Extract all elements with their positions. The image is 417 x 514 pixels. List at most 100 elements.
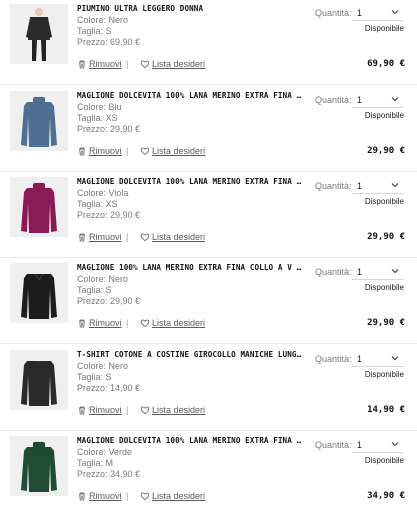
heart-icon bbox=[140, 232, 150, 242]
remove-button[interactable]: Rimuovi bbox=[77, 59, 122, 69]
availability-status: Disponibile bbox=[364, 24, 404, 33]
product-color: Colore: Nero bbox=[77, 361, 129, 371]
product-size: Taglia: S bbox=[77, 26, 112, 36]
chevron-down-icon bbox=[390, 180, 400, 190]
trash-icon bbox=[77, 318, 87, 328]
product-color: Colore: Nero bbox=[77, 15, 129, 25]
quantity-label: Quantità: bbox=[315, 181, 352, 191]
remove-label: Rimuovi bbox=[89, 59, 122, 69]
availability-status: Disponibile bbox=[364, 197, 404, 206]
wishlist-button[interactable]: Lista desideri bbox=[140, 59, 205, 69]
trash-icon bbox=[77, 146, 87, 156]
chevron-down-icon bbox=[390, 94, 400, 104]
product-price: Prezzo: 29,90 € bbox=[77, 210, 141, 220]
remove-button[interactable]: Rimuovi bbox=[77, 232, 122, 242]
wishlist-label: Lista desideri bbox=[152, 59, 206, 69]
remove-label: Rimuovi bbox=[89, 318, 122, 328]
remove-button[interactable]: Rimuovi bbox=[77, 146, 122, 156]
product-color: Colore: Viola bbox=[77, 188, 129, 198]
cart-item: MAGLIONE DOLCEVITA 100% LANA MERINO EXTR… bbox=[0, 91, 417, 169]
item-divider bbox=[0, 343, 417, 344]
product-image[interactable] bbox=[10, 436, 68, 496]
product-name[interactable]: MAGLIONE 100% LANA MERINO EXTRA FINA COL… bbox=[77, 263, 302, 273]
quantity-select[interactable]: 1 bbox=[352, 263, 404, 280]
product-image[interactable] bbox=[10, 177, 68, 237]
heart-icon bbox=[140, 405, 150, 415]
item-total: 29,90 € bbox=[367, 232, 405, 242]
availability-status: Disponibile bbox=[364, 111, 404, 120]
quantity-label: Quantità: bbox=[315, 354, 352, 364]
product-name[interactable]: MAGLIONE DOLCEVITA 100% LANA MERINO EXTR… bbox=[77, 436, 302, 446]
heart-icon bbox=[140, 318, 150, 328]
chevron-down-icon bbox=[390, 7, 400, 17]
quantity-select[interactable]: 1 bbox=[352, 350, 404, 367]
product-name[interactable]: MAGLIONE DOLCEVITA 100% LANA MERINO EXTR… bbox=[77, 177, 302, 187]
quantity-select[interactable]: 1 bbox=[352, 4, 404, 21]
quantity-label: Quantità: bbox=[315, 8, 352, 18]
remove-label: Rimuovi bbox=[89, 232, 122, 242]
wishlist-button[interactable]: Lista desideri bbox=[140, 405, 205, 415]
remove-button[interactable]: Rimuovi bbox=[77, 405, 122, 415]
cart-item: T-SHIRT COTONE A COSTINE GIROCOLLO MANIC… bbox=[0, 350, 417, 428]
product-size: Taglia: M bbox=[77, 458, 114, 468]
product-color: Colore: Blu bbox=[77, 102, 122, 112]
wishlist-button[interactable]: Lista desideri bbox=[140, 318, 205, 328]
wishlist-button[interactable]: Lista desideri bbox=[140, 146, 205, 156]
wishlist-label: Lista desideri bbox=[152, 318, 206, 328]
product-price: Prezzo: 34,90 € bbox=[77, 469, 141, 479]
product-size: Taglia: S bbox=[77, 372, 112, 382]
quantity-label: Quantità: bbox=[315, 95, 352, 105]
item-total: 14,90 € bbox=[367, 405, 405, 415]
remove-button[interactable]: Rimuovi bbox=[77, 318, 122, 328]
product-price: Prezzo: 69,90 € bbox=[77, 37, 141, 47]
item-total: 29,90 € bbox=[367, 146, 405, 156]
item-divider bbox=[0, 84, 417, 85]
quantity-select[interactable]: 1 bbox=[352, 91, 404, 108]
remove-label: Rimuovi bbox=[89, 405, 122, 415]
wishlist-label: Lista desideri bbox=[152, 405, 206, 415]
product-price: Prezzo: 29,90 € bbox=[77, 296, 141, 306]
wishlist-label: Lista desideri bbox=[152, 146, 206, 156]
item-divider bbox=[0, 430, 417, 431]
remove-label: Rimuovi bbox=[89, 146, 122, 156]
quantity-value: 1 bbox=[357, 95, 363, 105]
heart-icon bbox=[140, 59, 150, 69]
quantity-select[interactable]: 1 bbox=[352, 177, 404, 194]
product-image[interactable] bbox=[10, 263, 68, 323]
product-name[interactable]: MAGLIONE DOLCEVITA 100% LANA MERINO EXTR… bbox=[77, 91, 302, 101]
cart-item: MAGLIONE 100% LANA MERINO EXTRA FINA COL… bbox=[0, 263, 417, 341]
wishlist-button[interactable]: Lista desideri bbox=[140, 232, 205, 242]
product-color: Colore: Verde bbox=[77, 447, 133, 457]
product-price: Prezzo: 14,90 € bbox=[77, 383, 141, 393]
quantity-value: 1 bbox=[357, 181, 363, 191]
product-name[interactable]: T-SHIRT COTONE A COSTINE GIROCOLLO MANIC… bbox=[77, 350, 302, 360]
cart-item: MAGLIONE DOLCEVITA 100% LANA MERINO EXTR… bbox=[0, 436, 417, 514]
trash-icon bbox=[77, 59, 87, 69]
item-divider bbox=[0, 171, 417, 172]
product-image[interactable] bbox=[10, 350, 68, 410]
product-size: Taglia: XS bbox=[77, 113, 118, 123]
cart-list: PIUMINO ULTRA LEGGERO DONNA Colore: Nero T… bbox=[0, 0, 417, 501]
quantity-label: Quantità: bbox=[315, 440, 352, 450]
quantity-label: Quantità: bbox=[315, 267, 352, 277]
action-separator: | bbox=[126, 59, 129, 69]
chevron-down-icon bbox=[390, 266, 400, 276]
wishlist-label: Lista desideri bbox=[152, 232, 206, 242]
action-separator: | bbox=[126, 318, 129, 328]
item-divider bbox=[0, 257, 417, 258]
chevron-down-icon bbox=[390, 353, 400, 363]
product-size: Taglia: XS bbox=[77, 199, 118, 209]
item-total: 69,90 € bbox=[367, 59, 405, 69]
chevron-down-icon bbox=[390, 439, 400, 449]
product-color: Colore: Nero bbox=[77, 274, 129, 284]
product-image[interactable] bbox=[10, 91, 68, 151]
product-image[interactable] bbox=[10, 4, 68, 64]
heart-icon bbox=[140, 146, 150, 156]
product-name[interactable]: PIUMINO ULTRA LEGGERO DONNA bbox=[77, 4, 302, 14]
quantity-value: 1 bbox=[357, 440, 363, 450]
availability-status: Disponibile bbox=[364, 456, 404, 465]
action-separator: | bbox=[126, 146, 129, 156]
quantity-select[interactable]: 1 bbox=[352, 436, 404, 453]
quantity-value: 1 bbox=[357, 8, 363, 18]
action-separator: | bbox=[126, 405, 129, 415]
